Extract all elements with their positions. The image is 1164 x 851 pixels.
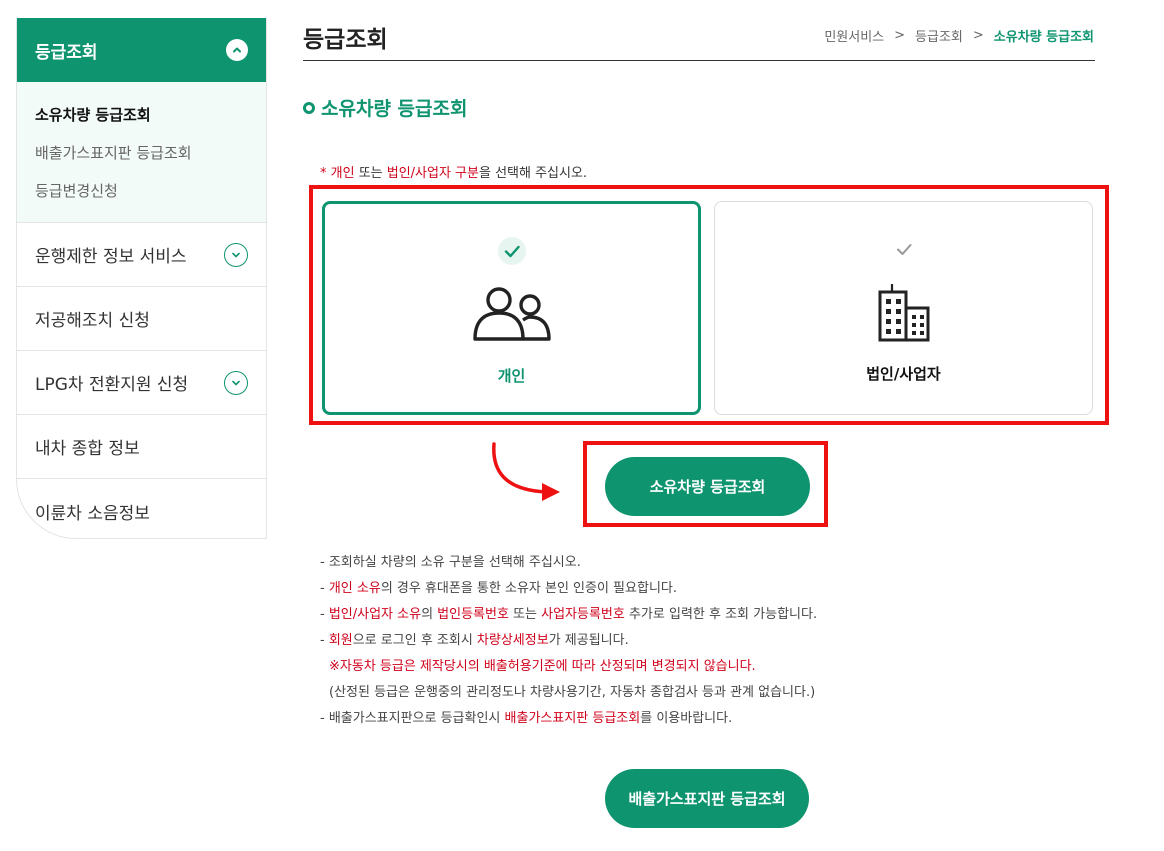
page-title: 등급조회 [303, 27, 388, 53]
section-title: 소유차량 등급조회 [303, 94, 467, 121]
info-line-warning: ※자동차 등급은 제작당시의 배출허용기준에 따라 산정되며 변경되지 않습니다… [329, 659, 756, 674]
sidebar-submenu: 소유차량 등급조회 배출가스표지판 등급조회 등급변경신청 [17, 82, 266, 223]
sidebar-item-label: LPG차 전환지원 신청 [35, 375, 189, 395]
breadcrumb-current[interactable]: 소유차량 등급조회 [994, 26, 1094, 45]
sidebar-header-label: 등급조회 [35, 42, 98, 63]
breadcrumb-item[interactable]: 민원서비스 [824, 26, 884, 45]
notice-or: 또는 [354, 166, 387, 181]
info-line: - 법인/사업자 소유의 법인등록번호 또는 사업자등록번호 추가로 입력한 후… [320, 607, 818, 622]
sidebar-subitem-emission-sign[interactable]: 배출가스표지판 등급조회 [35, 134, 266, 172]
info-line-note: (산정된 등급은 운행중의 관리정도나 차량사용기간, 자동차 종합검사 등과 … [329, 685, 816, 700]
sidebar: 등급조회 소유차량 등급조회 배출가스표지판 등급조회 등급변경신청 운행제한 … [16, 18, 267, 539]
chevron-down-icon[interactable] [224, 242, 248, 267]
info-line: - 조회하실 차량의 소유 구분을 선택해 주십시오. [320, 555, 581, 570]
sidebar-item-low-emission[interactable]: 저공해조치 신청 [17, 287, 266, 351]
notice-asterisk: * [320, 166, 331, 181]
info-line: - 회원으로 로그인 후 조회시 차량상세정보가 제공됩니다. [320, 633, 629, 648]
sidebar-item-motorcycle-noise[interactable]: 이륜차 소음정보 [17, 479, 266, 538]
breadcrumb: 민원서비스 > 등급조회 > 소유차량 등급조회 [824, 26, 1094, 45]
notice-corp: 법인/사업자 구분 [386, 166, 479, 181]
highlight-box-button [583, 441, 828, 527]
arrow-annotation-icon [492, 442, 560, 501]
sidebar-item-label: 이륜차 소음정보 [35, 503, 150, 524]
selection-notice: * 개인 또는 법인/사업자 구분을 선택해 주십시오. [320, 162, 587, 181]
info-line: - 배출가스표지판으로 등급확인시 배출가스표지판 등급조회를 이용바랍니다. [320, 711, 733, 726]
sidebar-subitem-grade-change[interactable]: 등급변경신청 [35, 172, 266, 210]
breadcrumb-separator: > [894, 28, 906, 43]
emission-sign-lookup-button[interactable]: 배출가스표지판 등급조회 [605, 769, 809, 828]
notice-tail: 을 선택해 주십시오. [478, 166, 588, 181]
section-title-text: 소유차량 등급조회 [321, 98, 468, 120]
sidebar-item-my-car[interactable]: 내차 종합 정보 [17, 415, 266, 479]
sidebar-header[interactable]: 등급조회 [17, 18, 266, 82]
sidebar-item-lpg[interactable]: LPG차 전환지원 신청 [17, 351, 266, 415]
sidebar-item-label: 저공해조치 신청 [35, 311, 150, 331]
highlight-box-options [309, 185, 1109, 425]
chevron-up-icon[interactable] [226, 39, 248, 61]
sidebar-item-label: 운행제한 정보 서비스 [35, 247, 187, 267]
notice-person: 개인 [330, 166, 355, 181]
chevron-down-icon[interactable] [224, 370, 248, 395]
breadcrumb-item[interactable]: 등급조회 [915, 26, 963, 45]
sidebar-item-restriction[interactable]: 운행제한 정보 서비스 [17, 223, 266, 287]
sidebar-item-label: 내차 종합 정보 [35, 439, 140, 459]
breadcrumb-separator: > [972, 28, 984, 43]
title-divider [303, 60, 1095, 61]
bullet-ring-icon [303, 101, 315, 114]
info-line: - 개인 소유의 경우 휴대폰을 통한 소유자 본인 인증이 필요합니다. [320, 581, 677, 596]
sidebar-subitem-owned-vehicle[interactable]: 소유차량 등급조회 [35, 96, 266, 134]
info-list: - 조회하실 차량의 소유 구분을 선택해 주십시오. - 개인 소유의 경우 … [320, 550, 817, 732]
